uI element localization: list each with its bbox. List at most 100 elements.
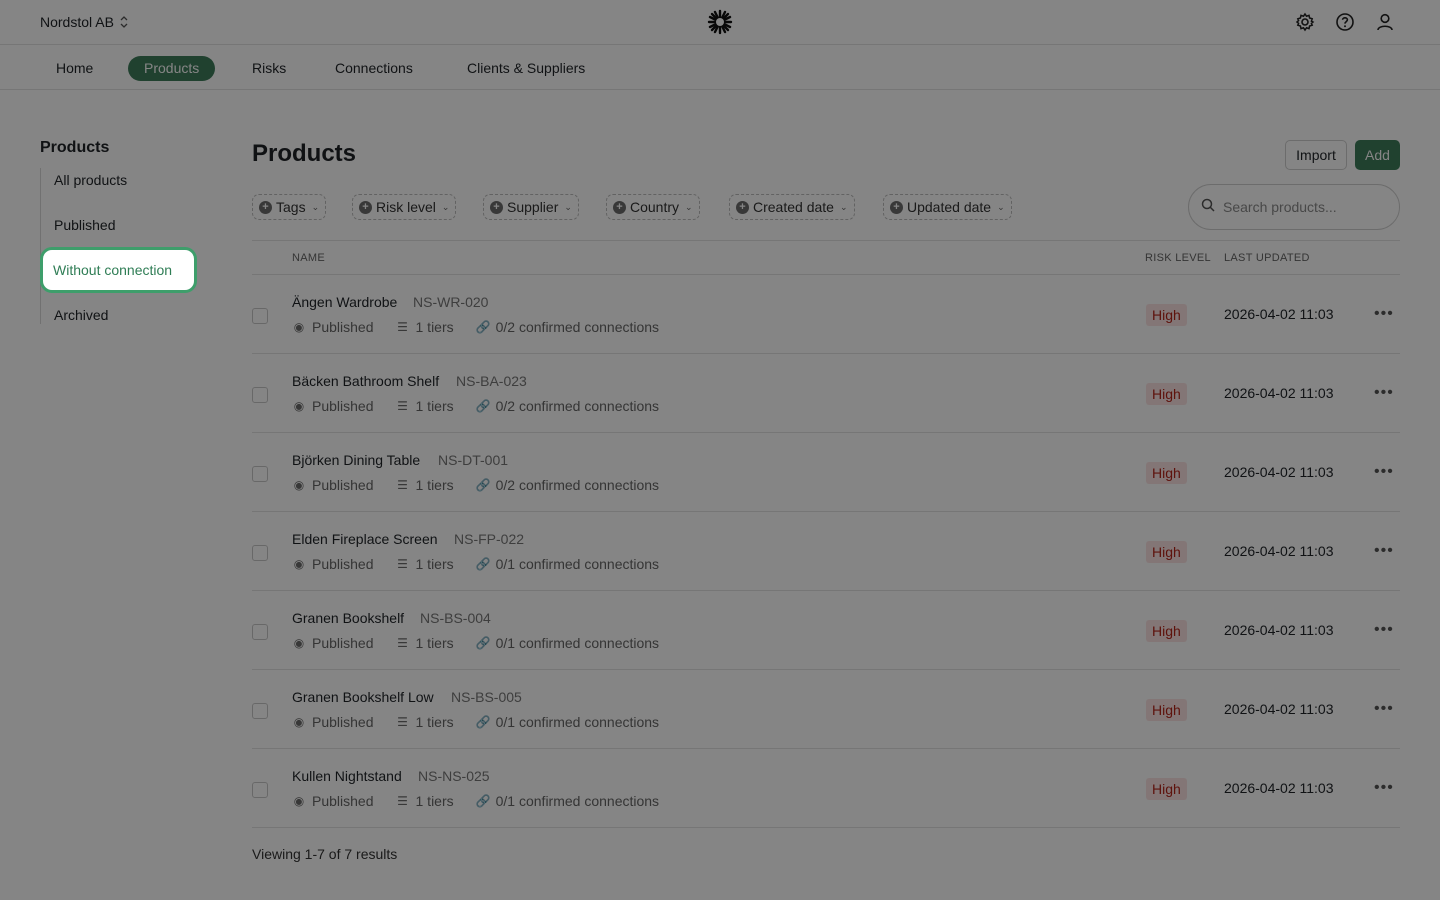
more-options-icon[interactable]: ••• [1374,621,1394,639]
table-row[interactable]: Granen Bookshelf Low NS-BS-005 ◉ Publishe… [252,670,1400,749]
filter-updated-date[interactable]: + Updated date ⌄ [883,194,1012,220]
chevron-down-icon: ⌄ [685,201,693,212]
row-checkbox[interactable] [252,387,268,403]
sidebar-item-archived[interactable]: Archived [54,307,108,323]
row-checkbox[interactable] [252,466,268,482]
last-updated: 2026-04-02 11:03 [1224,622,1334,638]
row-checkbox[interactable] [252,545,268,561]
more-options-icon[interactable]: ••• [1374,542,1394,560]
header-actions [1294,11,1396,33]
table-row[interactable]: Björken Dining Table NS-DT-001 ◉ Publishe… [252,433,1400,512]
help-icon[interactable] [1334,11,1356,33]
plus-circle-icon: + [736,200,749,214]
product-connections: 0/2 confirmed connections [495,398,660,414]
filter-created-date[interactable]: + Created date ⌄ [729,194,855,220]
chevron-down-icon: ⌄ [311,201,320,212]
product-status: Published [312,635,374,651]
column-header-risk-level[interactable]: RISK LEVEL [1145,252,1211,264]
product-connections: 0/2 confirmed connections [495,319,660,335]
link-icon: 🔗 [475,478,491,492]
product-name[interactable]: Granen Bookshelf Low [292,689,434,705]
tab-home[interactable]: Home [40,56,109,81]
tab-products[interactable]: Products [128,56,216,81]
risk-badge: High [1146,541,1187,563]
last-updated: 2026-04-02 11:03 [1224,701,1334,717]
gear-icon[interactable] [1294,11,1316,33]
product-tiers: 1 tiers [415,714,454,730]
user-icon[interactable] [1374,11,1396,33]
main-nav: Home Products Risks Connections Clients … [0,45,1440,90]
filter-risk-level[interactable]: + Risk level ⌄ [352,194,457,220]
filter-label: Updated date [907,199,992,215]
risk-badge: High [1146,304,1187,326]
filter-label: Country [630,199,680,215]
row-checkbox[interactable] [252,782,268,798]
snowflake-logo-icon[interactable] [707,9,733,35]
product-status: Published [312,398,374,414]
product-name[interactable]: Kullen Nightstand [292,768,402,784]
layers-icon: ☰ [397,794,408,808]
table-row[interactable]: Kullen Nightstand NS-NS-025 ◉ Published ☰… [252,749,1400,828]
chevron-down-icon: ⌄ [564,201,572,212]
risk-badge: High [1146,778,1187,800]
product-status: Published [312,714,374,730]
table-row[interactable]: Granen Bookshelf NS-BS-004 ◉ Published ☰ 1… [252,591,1400,670]
tab-clients-suppliers[interactable]: Clients & Suppliers [451,56,601,81]
org-selector[interactable]: Nordstol AB [40,14,128,30]
search-input[interactable] [1223,199,1383,215]
last-updated: 2026-04-02 11:03 [1224,543,1334,559]
product-status: Published [312,319,374,335]
row-checkbox[interactable] [252,624,268,640]
more-options-icon[interactable]: ••• [1374,305,1394,323]
filter-tags[interactable]: + Tags ⌄ [252,194,327,220]
eye-icon: ◉ [293,478,305,492]
last-updated: 2026-04-02 11:03 [1224,385,1334,401]
product-name[interactable]: Granen Bookshelf [292,610,404,626]
table-row[interactable]: Ängen Wardrobe NS-WR-020 ◉ Published ☰ 1 t… [252,275,1400,354]
product-meta: ◉ Published ☰ 1 tiers 🔗 0/1 confirmed conne… [292,793,659,809]
sidebar-item-published[interactable]: Published [54,217,116,233]
plus-circle-icon: + [613,200,626,214]
product-name[interactable]: Elden Fireplace Screen [292,531,438,547]
column-header-last-updated[interactable]: LAST UPDATED [1224,252,1310,264]
product-tiers: 1 tiers [415,556,454,572]
sidebar-title: Products [40,139,110,156]
filter-supplier[interactable]: + Supplier ⌄ [483,194,579,220]
add-button[interactable]: Add [1355,140,1400,170]
more-options-icon[interactable]: ••• [1374,779,1394,797]
sidebar-item-without-connection[interactable]: Without connection [40,247,197,293]
last-updated: 2026-04-02 11:03 [1224,464,1334,480]
layers-icon: ☰ [397,478,408,492]
risk-badge: High [1146,383,1187,405]
product-name[interactable]: Bäcken Bathroom Shelf [292,373,439,389]
table-header: NAME RISK LEVEL LAST UPDATED [252,240,1400,275]
last-updated: 2026-04-02 11:03 [1224,780,1334,796]
product-name[interactable]: Björken Dining Table [292,452,420,468]
pagination-summary: Viewing 1-7 of 7 results [252,846,398,862]
tab-risks[interactable]: Risks [236,56,302,81]
row-checkbox[interactable] [252,703,268,719]
product-code: NS-BS-004 [420,610,491,626]
filter-country[interactable]: + Country ⌄ [606,194,700,220]
product-connections: 0/1 confirmed connections [495,556,660,572]
row-checkbox[interactable] [252,308,268,324]
product-code: NS-DT-001 [438,452,509,468]
page-title: Products [252,140,357,167]
column-header-name[interactable]: NAME [292,252,325,264]
import-button[interactable]: Import [1285,140,1347,170]
eye-icon: ◉ [293,715,305,729]
table-row[interactable]: Elden Fireplace Screen NS-FP-022 ◉ Publis… [252,512,1400,591]
sidebar-item-all-products[interactable]: All products [54,172,127,188]
plus-circle-icon: + [890,200,903,214]
tab-connections[interactable]: Connections [319,56,429,81]
eye-icon: ◉ [293,794,305,808]
product-name[interactable]: Ängen Wardrobe [292,294,397,310]
product-connections: 0/1 confirmed connections [495,793,660,809]
more-options-icon[interactable]: ••• [1374,700,1394,718]
more-options-icon[interactable]: ••• [1374,384,1394,402]
risk-badge: High [1146,699,1187,721]
table-row[interactable]: Bäcken Bathroom Shelf NS-BA-023 ◉ Publish… [252,354,1400,433]
eye-icon: ◉ [293,399,305,413]
product-code: NS-NS-025 [418,768,490,784]
more-options-icon[interactable]: ••• [1374,463,1394,481]
